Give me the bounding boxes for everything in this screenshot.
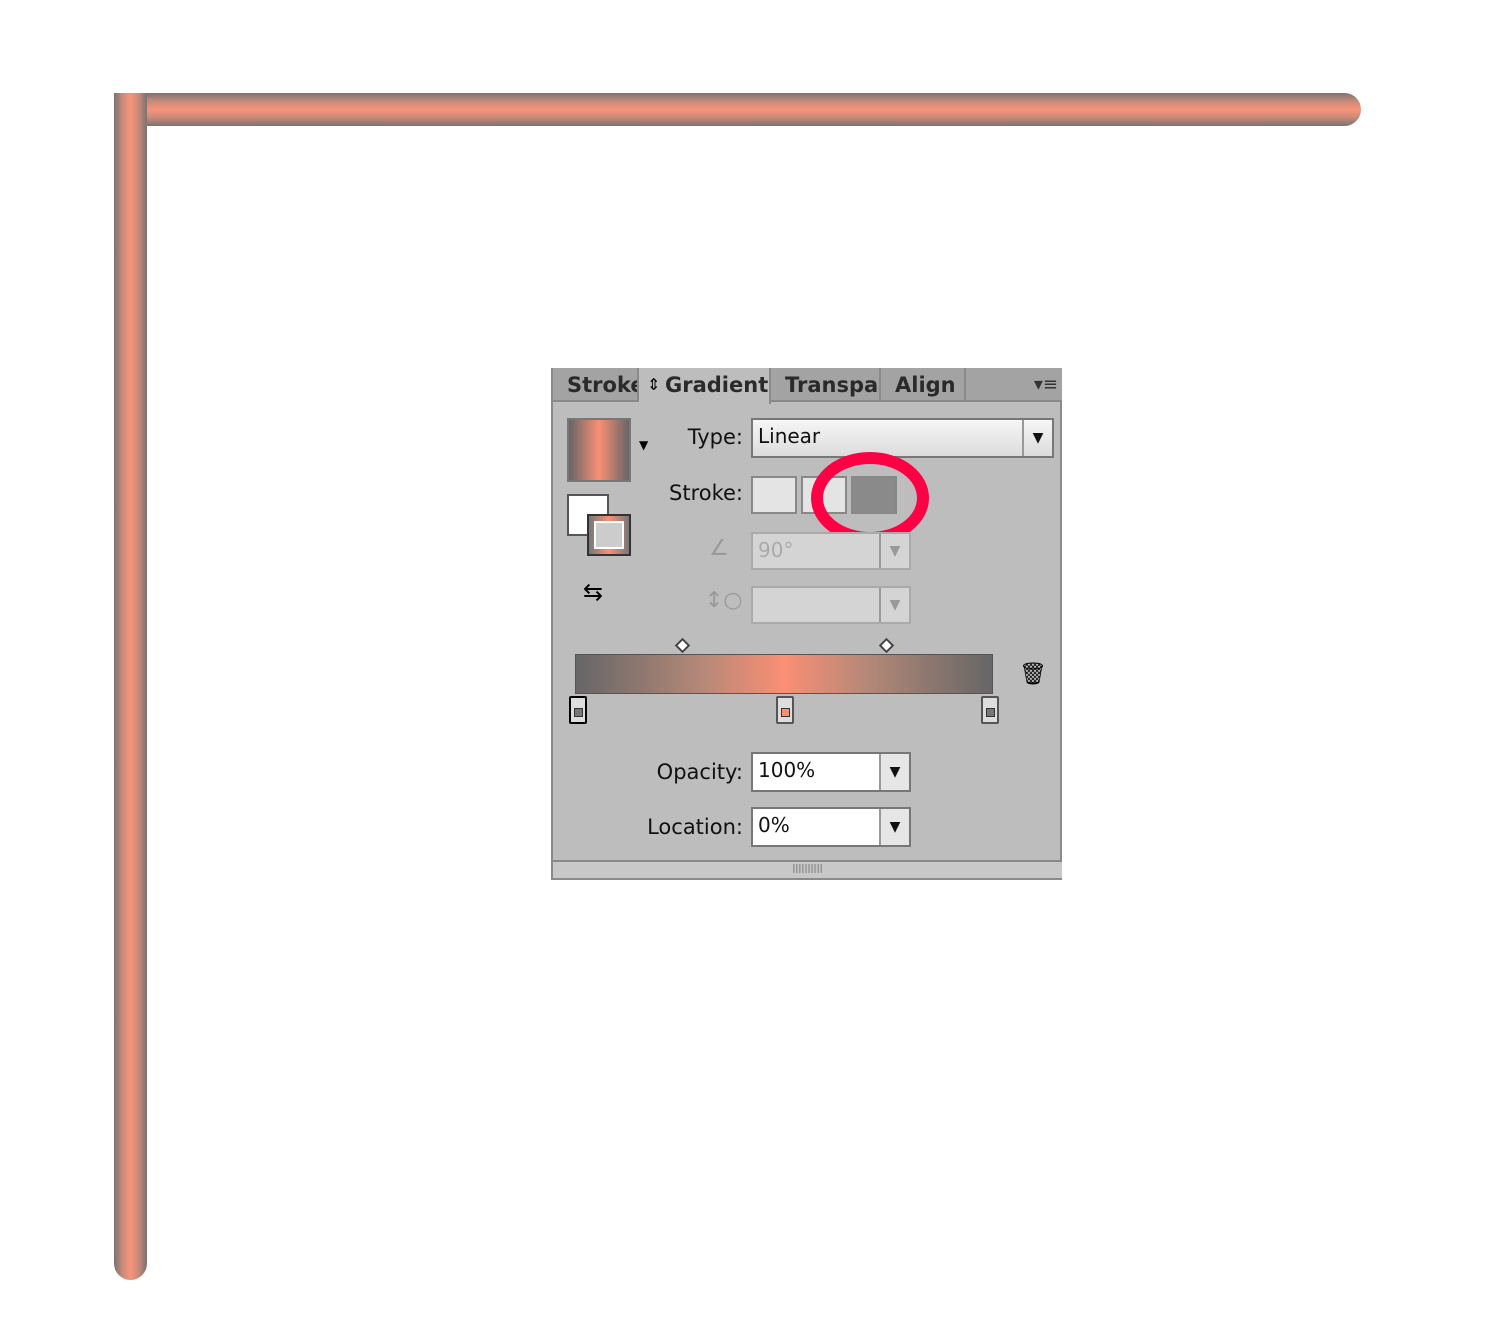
chevron-down-icon: ▼: [1022, 420, 1052, 456]
gradient-ramp[interactable]: [575, 654, 993, 694]
gradient-stroke-horizontal: [114, 93, 1361, 126]
swatch-dropdown-icon[interactable]: ▼: [639, 438, 648, 452]
midpoint-handle[interactable]: [878, 637, 895, 654]
highlight-circle: [811, 452, 929, 544]
angle-field[interactable]: 90° ▼: [751, 532, 911, 570]
gradient-stop[interactable]: [569, 696, 587, 724]
stroke-box-icon[interactable]: [587, 514, 631, 556]
chevron-down-icon[interactable]: ▼: [879, 809, 909, 845]
stroke-within-button[interactable]: [751, 476, 797, 514]
location-label: Location:: [647, 815, 743, 839]
location-value: 0%: [758, 813, 790, 837]
chevron-down-icon: ▼: [879, 534, 909, 568]
chevron-down-icon[interactable]: ▼: [879, 754, 909, 790]
opacity-value: 100%: [758, 758, 816, 782]
location-field[interactable]: 0% ▼: [751, 807, 911, 847]
chevron-down-icon: ▼: [879, 588, 909, 622]
type-value: Linear: [758, 424, 821, 448]
opacity-label: Opacity:: [656, 760, 743, 784]
gradient-stop[interactable]: [776, 696, 794, 724]
trash-icon[interactable]: 🗑: [1019, 662, 1047, 687]
type-label: Type:: [687, 425, 743, 449]
gradient-stop[interactable]: [981, 696, 999, 724]
tab-align[interactable]: Align: [881, 368, 966, 402]
panel-menu-icon[interactable]: ▾≡: [1034, 374, 1058, 395]
tab-gradient-label: Gradient: [665, 373, 769, 397]
gradient-swatch[interactable]: [567, 418, 631, 482]
aspect-field[interactable]: ▼: [751, 586, 911, 624]
panel-tabs: Stroke Gradient ⇕ Transpar Align ▾≡: [553, 368, 1062, 404]
tab-transparency[interactable]: Transpar: [771, 368, 881, 402]
midpoint-handle[interactable]: [674, 637, 691, 654]
aspect-ratio-icon: ↕○: [705, 588, 743, 613]
updown-icon: ⇕: [647, 375, 661, 394]
reverse-gradient-icon[interactable]: ⇆: [583, 578, 603, 606]
angle-value: 90°: [758, 538, 794, 562]
gradient-stroke-vertical: [114, 93, 147, 1280]
opacity-field[interactable]: 100% ▼: [751, 752, 911, 792]
stroke-label: Stroke:: [669, 481, 743, 505]
resize-handle[interactable]: ||||||||||: [553, 860, 1062, 878]
angle-icon: ∠: [709, 536, 729, 561]
tab-stroke[interactable]: Stroke: [553, 368, 639, 402]
gradient-panel: Stroke Gradient ⇕ Transpar Align ▾≡ ▼ ⇆ …: [551, 368, 1062, 880]
type-select[interactable]: Linear ▼: [751, 418, 1054, 458]
